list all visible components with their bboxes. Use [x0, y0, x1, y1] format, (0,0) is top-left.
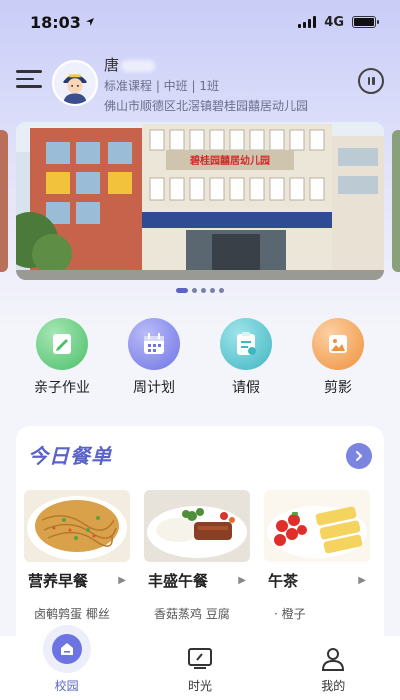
user-info: 唐 标准课程 | 中班 | 1班 佛山市顺德区北滘镇碧桂园囍居动儿园: [104, 54, 308, 114]
tab-label: 校园: [54, 679, 79, 693]
quick-action-label: 请假: [232, 380, 260, 396]
tab-label: 时光: [187, 679, 212, 693]
calendar-icon: [128, 318, 180, 370]
status-indicators: 4G: [298, 14, 379, 30]
tab-campus[interactable]: 校园: [22, 625, 112, 694]
meal-dishes: 香菇蒸鸡 豆腐: [154, 607, 230, 621]
user-name-text: 唐: [104, 56, 120, 74]
pagination-dot[interactable]: [192, 288, 197, 293]
quick-action-homework[interactable]: 亲子作业: [22, 318, 102, 397]
campus-tab-circle: [42, 625, 91, 673]
meal-item-lunch[interactable]: 丰盛午餐 ▶ 香菇蒸鸡 豆腐: [144, 490, 250, 622]
message-icon: [367, 77, 370, 85]
meal-name: 丰盛午餐: [148, 572, 209, 590]
school-building-photo: 碧桂园囍居幼儿园: [16, 122, 384, 280]
banner-prev-peek: [0, 130, 8, 272]
quick-action-silhouette[interactable]: 剪影: [298, 318, 378, 397]
name-redacted: [121, 59, 156, 72]
tab-mine[interactable]: 我的: [288, 645, 378, 694]
quick-action-weekly-plan[interactable]: 周计划: [114, 318, 194, 397]
banner-slide[interactable]: 碧桂园囍居幼儿园: [16, 122, 384, 280]
profile-header: 唐 标准课程 | 中班 | 1班 佛山市顺德区北滘镇碧桂园囍居动儿园: [0, 52, 400, 114]
signal-icon: [298, 16, 317, 28]
location-arrow-icon: [85, 18, 94, 26]
bottom-tab-bar: 校园 时光 我的: [0, 625, 400, 700]
home-icon: [51, 634, 82, 664]
caret-right-icon: ▶: [118, 575, 126, 586]
meal-dishes: 卤鹌鹑蛋 椰丝: [34, 607, 110, 621]
pagination-dot[interactable]: [219, 288, 224, 293]
leave-form-icon: [220, 318, 272, 370]
child-avatar-icon: [54, 62, 96, 104]
school-address: 佛山市顺德区北滘镇碧桂园囍居动儿园: [104, 99, 309, 113]
quick-action-leave[interactable]: 请假: [206, 318, 286, 397]
banner-carousel[interactable]: 碧桂园囍居幼儿园: [0, 122, 400, 280]
quick-actions: 亲子作业 周计划 请假 剪影: [0, 318, 400, 397]
noodles-photo: [24, 490, 130, 562]
pagination-dot[interactable]: [176, 288, 188, 293]
battery-icon: [352, 16, 379, 28]
meal-header: 午茶 ▶: [264, 570, 370, 591]
tab-moments[interactable]: 时光: [155, 645, 245, 694]
meal-name: 营养早餐: [28, 572, 89, 590]
caret-right-icon: ▶: [358, 575, 366, 586]
menu-title: 今日餐单: [28, 444, 112, 468]
chevron-right-icon: [356, 451, 363, 461]
menu-button[interactable]: [16, 70, 42, 90]
meal-list: 营养早餐 ▶ 卤鹌鹑蛋 椰丝 丰盛午餐 ▶ 香菇蒸鸡 豆腐 午茶 ▶ · 橙子: [24, 490, 370, 622]
monitor-icon: [187, 648, 212, 669]
user-class-info: 标准课程 | 中班 | 1班: [104, 79, 219, 93]
tab-label: 我的: [321, 679, 346, 693]
menu-more-button[interactable]: [346, 443, 372, 469]
status-bar: 18:03 4G: [0, 0, 400, 44]
time-text: 18:03: [30, 12, 81, 32]
fruit-photo: [264, 490, 370, 562]
banner-next-peek: [392, 130, 400, 272]
meal-name: 午茶: [268, 572, 299, 590]
meal-dishes: · 橙子: [274, 607, 306, 621]
meal-item-breakfast[interactable]: 营养早餐 ▶ 卤鹌鹑蛋 椰丝: [24, 490, 130, 622]
pagination-dot[interactable]: [210, 288, 215, 293]
meal-header: 丰盛午餐 ▶: [144, 570, 250, 591]
quick-action-label: 剪影: [324, 380, 352, 396]
user-name: 唐: [104, 54, 308, 75]
pagination-dot[interactable]: [201, 288, 206, 293]
banner-pagination: [0, 288, 400, 293]
caret-right-icon: ▶: [238, 575, 246, 586]
quick-action-label: 亲子作业: [34, 380, 90, 396]
status-time: 18:03: [30, 13, 95, 32]
today-menu-card: 今日餐单 营养早餐 ▶ 卤鹌鹑蛋 椰丝 丰盛午餐 ▶ 香菇蒸鸡 豆腐 午茶 ▶ …: [16, 426, 384, 646]
quick-action-label: 周计划: [133, 380, 175, 396]
person-icon: [322, 648, 345, 671]
school-sign-text: 碧桂园囍居幼儿园: [189, 154, 270, 167]
meal-item-afternoon-tea[interactable]: 午茶 ▶ · 橙子: [264, 490, 370, 622]
message-button[interactable]: [358, 68, 384, 94]
meat-rice-photo: [144, 490, 250, 562]
network-label: 4G: [324, 14, 344, 30]
meal-header: 营养早餐 ▶: [24, 570, 130, 591]
homework-icon: [36, 318, 88, 370]
photo-icon: [312, 318, 364, 370]
avatar[interactable]: [52, 60, 98, 106]
